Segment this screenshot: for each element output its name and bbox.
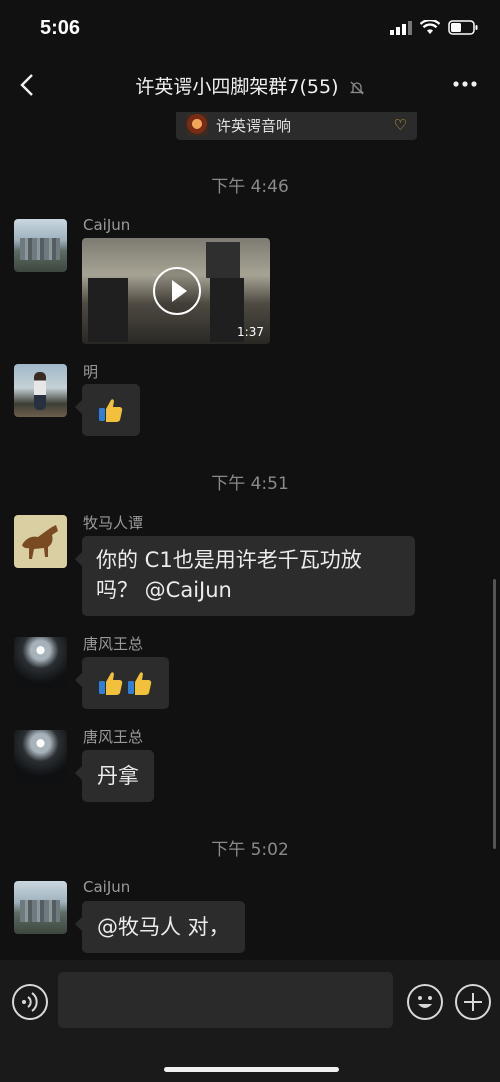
battery-icon [448, 20, 478, 35]
video-message[interactable]: 1:37 [82, 238, 270, 344]
thumbs-up-icon [99, 672, 123, 695]
emoji-button[interactable] [407, 984, 443, 1020]
message-text-line: 你的 C1也是用许老千瓦功放 [96, 548, 362, 572]
scrollbar[interactable] [493, 579, 496, 849]
message-text: 丹拿 [97, 764, 139, 788]
message-bubble[interactable]: 丹拿 [75, 750, 154, 802]
pinned-contact-card[interactable]: 许英谔音响 ♡ [176, 112, 417, 140]
more-functions-button[interactable] [455, 984, 491, 1020]
avatar[interactable] [14, 515, 67, 568]
time-divider: 下午 5:02 [211, 840, 289, 860]
thumbs-up-icon [99, 399, 123, 422]
smiley-icon [418, 996, 432, 1008]
message-bubble[interactable]: 你的 C1也是用许老千瓦功放 吗？ @CaiJun [75, 536, 415, 616]
message-text-line: 吗？ @CaiJun [96, 578, 232, 602]
ribbon-icon: ♡ [393, 116, 407, 134]
thumbs-up-icon [128, 672, 152, 695]
video-frame-speaker-left [88, 278, 128, 342]
avatar[interactable] [14, 219, 67, 272]
status-bar: 5:06 [0, 0, 500, 58]
time-divider: 下午 4:46 [211, 177, 289, 197]
pinned-name: 许英谔音响 [216, 117, 292, 135]
avatar[interactable] [14, 364, 67, 417]
sender-name: 唐风王总 [83, 635, 144, 653]
chat-message-list[interactable]: 许英谔音响 ♡ 下午 4:46 CaiJun 1:37 明 下午 4:51 牧马… [0, 112, 500, 960]
message-text: @牧马人 对， [97, 915, 230, 939]
wifi-icon [420, 20, 440, 34]
sender-name: CaiJun [83, 216, 131, 234]
sender-name: 牧马人谭 [83, 514, 144, 532]
avatar[interactable] [14, 730, 67, 783]
voice-icon [22, 992, 38, 1012]
cellular-signal-icon [390, 20, 412, 35]
sender-name: 唐风王总 [83, 728, 144, 746]
avatar[interactable] [14, 881, 67, 934]
more-options-icon[interactable] [450, 72, 480, 96]
group-name: 许英谔小四脚架群7(55) [135, 76, 339, 98]
pinned-avatar [186, 114, 208, 136]
video-duration: 1:37 [237, 325, 264, 339]
chat-header: 许英谔小四脚架群7(55) [0, 58, 500, 112]
voice-input-button[interactable] [12, 984, 48, 1020]
horse-icon [22, 525, 58, 559]
home-indicator[interactable] [164, 1067, 339, 1072]
message-bubble[interactable] [75, 657, 169, 709]
chat-title: 许英谔小四脚架群7(55) [0, 72, 500, 99]
message-bubble[interactable]: @牧马人 对， [75, 901, 245, 953]
input-bar [0, 960, 500, 1082]
play-icon[interactable] [153, 267, 201, 315]
time-divider: 下午 4:51 [211, 474, 289, 494]
sender-name: CaiJun [83, 878, 131, 896]
message-input[interactable] [58, 972, 393, 1028]
message-bubble[interactable] [75, 384, 140, 436]
avatar[interactable] [14, 637, 67, 690]
plus-icon [464, 993, 482, 1011]
sender-name: 明 [83, 363, 99, 381]
mute-bell-icon [349, 81, 364, 94]
video-frame-monitor [206, 242, 240, 278]
status-icons [390, 20, 478, 35]
status-time: 5:06 [40, 17, 81, 39]
